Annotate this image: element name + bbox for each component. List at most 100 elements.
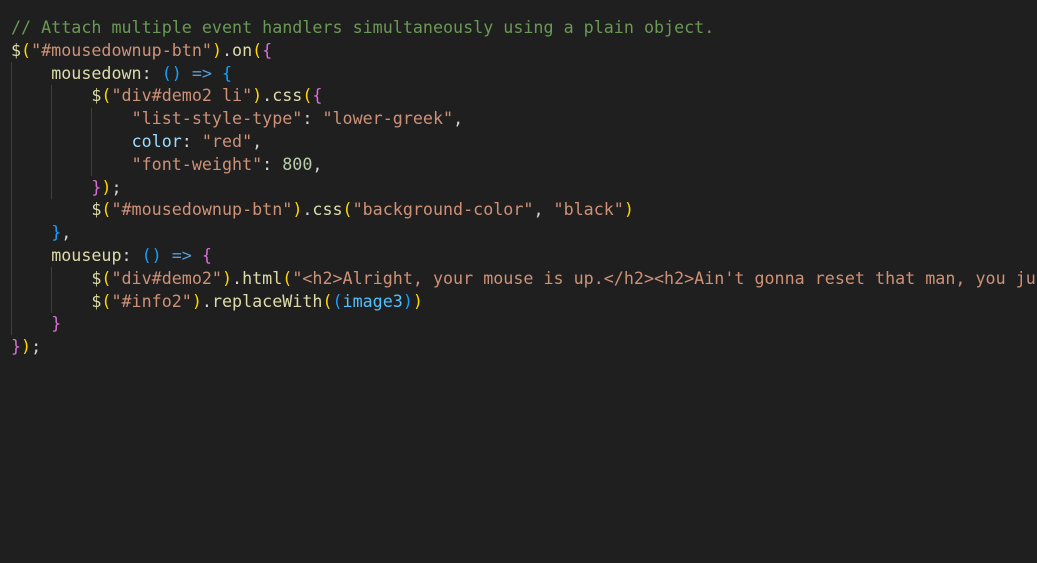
code-line[interactable]: $("div#demo2").html("<h2>Alright, your m… [11,267,1036,290]
code-token: { [262,39,273,60]
code-line[interactable]: "font-weight": 800, [11,153,1036,176]
code-token: ( [332,290,343,311]
code-token: ) [191,290,202,311]
code-token: , [252,130,263,151]
code-token: { [221,62,233,83]
code-token: mousedown [51,62,142,83]
code-token: mouseup [51,244,122,265]
code-token: "background-color" [352,199,534,220]
code-token: $ [91,199,102,220]
code-token: } [51,222,62,243]
code-token: { [201,244,212,265]
code-token: // Attach multiple event handlers simult… [11,17,715,37]
code-token: "div#demo2" [111,267,222,288]
code-token: ( [342,199,353,220]
code-token: ) [252,85,263,106]
code-line[interactable]: mouseup: () => { [11,244,1036,267]
code-token: ( [101,85,112,106]
code-token: : [262,153,283,174]
code-token: ) [21,336,32,357]
code-token: "<h2>Alright, your mouse is up.</h2><h2>… [292,267,1036,288]
code-token: . [221,39,233,60]
code-editor[interactable]: // Attach multiple event handlers simult… [0,0,1037,563]
code-token: , [312,153,323,174]
code-token: , [61,222,72,243]
code-token: ) [412,290,423,311]
code-line[interactable]: }); [11,335,1036,358]
code-token: ( [302,85,313,106]
code-token: } [51,313,62,334]
code-token: $ [91,267,102,288]
code-line[interactable]: }, [11,221,1036,244]
code-token: "black" [553,199,624,220]
code-token: ; [31,336,42,357]
code-token: ( [252,39,263,60]
code-token: "#info2" [111,290,192,311]
code-line[interactable]: $("#mousedownup-btn").css("background-co… [11,198,1036,221]
code-token: ) [623,199,634,220]
code-token: , [453,108,464,129]
code-token: replaceWith [211,290,323,311]
code-line[interactable]: }); [11,176,1036,199]
code-token: color [131,130,182,151]
code-token: => [191,62,212,83]
code-token: "font-weight" [131,153,263,174]
code-line[interactable]: $("#info2").replaceWith((image3)) [11,290,1036,313]
code-token: ) [211,39,222,60]
code-token: => [171,244,192,265]
code-token: ( [101,267,112,288]
code-token: } [91,176,102,197]
code-line[interactable]: $("#mousedownup-btn").on({ [11,39,1036,62]
code-token: () [161,62,182,83]
code-token: . [201,290,212,311]
code-token: css [272,85,303,106]
code-token: : [302,108,323,129]
code-line[interactable]: "list-style-type": "lower-greek", [11,107,1036,130]
code-token: ( [322,290,333,311]
code-token: "#mousedownup-btn" [111,199,293,220]
code-token: image3 [342,290,403,311]
code-line[interactable]: } [11,312,1036,335]
code-line[interactable]: mousedown: () => { [11,62,1036,85]
code-token: ( [282,267,293,288]
code-token: . [302,199,313,220]
code-token: . [232,267,243,288]
code-token: : [121,244,142,265]
code-token: ( [101,290,112,311]
code-token: ) [292,199,303,220]
code-token: html [242,267,283,288]
code-area[interactable]: // Attach multiple event handlers simult… [11,16,1036,358]
code-token: "red" [201,130,253,151]
code-token: ) [101,176,112,197]
code-token: : [141,62,162,83]
code-token: css [312,199,343,220]
code-token: $ [91,85,102,106]
code-token: { [312,85,323,106]
code-token: () [141,244,162,265]
code-token: ( [101,199,112,220]
code-token: ; [111,176,122,197]
code-line[interactable]: // Attach multiple event handlers simult… [11,16,1036,39]
code-token: : [181,130,202,151]
code-line[interactable]: $("div#demo2 li").css({ [11,84,1036,107]
code-token: , [533,199,554,220]
code-token: "#mousedownup-btn" [31,39,212,60]
code-token: "lower-greek" [322,108,454,129]
code-token: on [232,39,253,60]
code-line[interactable]: color: "red", [11,130,1036,153]
